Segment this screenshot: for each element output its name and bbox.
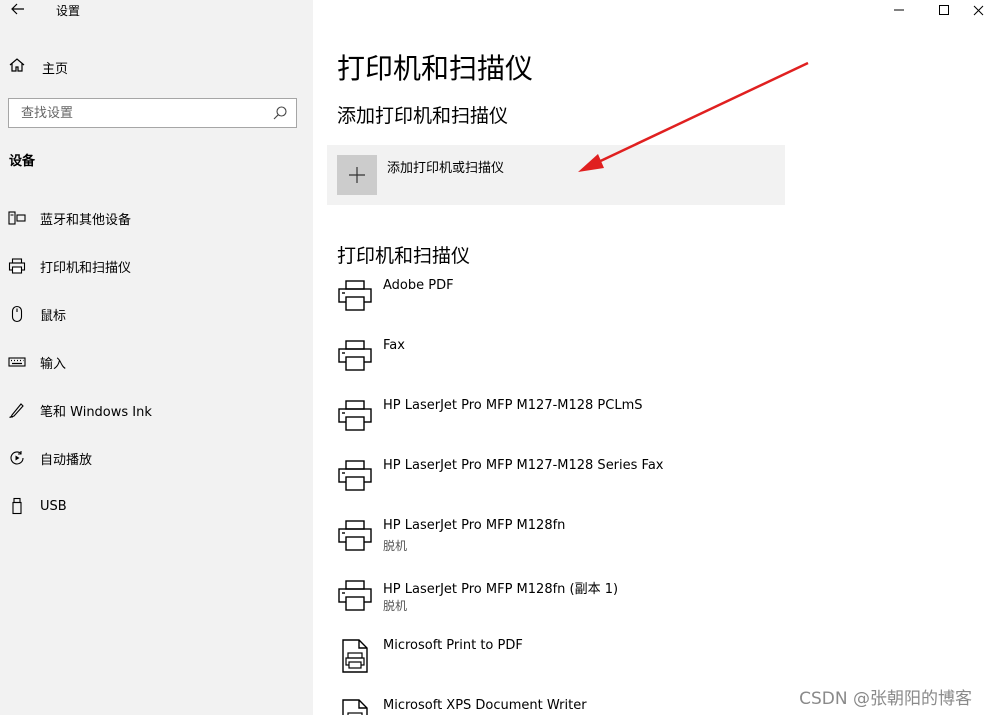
printer-list-title: 打印机和扫描仪 — [337, 245, 471, 267]
printer-name: HP LaserJet Pro MFP M127-M128 Series Fax — [383, 458, 664, 473]
add-icon — [337, 155, 377, 195]
mouse-icon — [8, 305, 26, 323]
printer-name: Microsoft Print to PDF — [383, 638, 523, 653]
printer-name: Microsoft XPS Document Writer — [383, 698, 587, 713]
sidebar-item-printers[interactable]: 打印机和扫描仪 — [8, 254, 308, 278]
sidebar-item-home[interactable]: 主页 — [8, 56, 68, 78]
printer-name: Fax — [383, 338, 405, 353]
keyboard-icon — [8, 353, 26, 371]
app-title: 设置 — [56, 4, 81, 18]
printer-item[interactable]: HP LaserJet Pro MFP M127-M128 PCLmS — [337, 398, 787, 448]
printer-icon — [337, 458, 373, 494]
back-arrow-icon[interactable] — [8, 0, 28, 18]
maximize-icon — [939, 5, 949, 15]
printer-name: Adobe PDF — [383, 278, 454, 293]
printer-status: 脱机 — [383, 539, 408, 553]
sidebar-item-label: USB — [40, 498, 67, 514]
sidebar-item-label: 打印机和扫描仪 — [40, 260, 132, 276]
printer-item[interactable]: HP LaserJet Pro MFP M128fn (副本 1) 脱机 — [337, 578, 787, 628]
printer-name: HP LaserJet Pro MFP M128fn — [383, 518, 566, 533]
printer-name: HP LaserJet Pro MFP M128fn (副本 1) — [383, 582, 619, 597]
sidebar-item-label: 笔和 Windows Ink — [40, 404, 152, 420]
title-bar: 设置 — [0, 0, 313, 22]
close-button[interactable] — [970, 0, 986, 20]
sidebar-item-label: 鼠标 — [40, 308, 67, 324]
printer-icon — [337, 578, 373, 614]
printer-status: 脱机 — [383, 599, 408, 613]
sidebar: 设置 主页 设备 蓝牙和其他设备 打印机和扫描仪 鼠标 — [0, 0, 313, 715]
sidebar-item-autoplay[interactable]: 自动播放 — [8, 446, 308, 470]
printer-item[interactable]: Microsoft Print to PDF — [337, 638, 787, 688]
bluetooth-devices-icon — [8, 209, 26, 227]
pdf-printer-icon — [337, 638, 373, 674]
usb-icon — [8, 497, 26, 515]
sidebar-item-label: 蓝牙和其他设备 — [40, 212, 132, 228]
section-title-devices: 设备 — [9, 154, 36, 169]
printer-icon — [337, 338, 373, 374]
watermark: CSDN @张朝阳的博客 — [799, 689, 972, 709]
printer-icon — [337, 398, 373, 434]
home-icon — [8, 56, 26, 78]
add-printer-label: 添加打印机或扫描仪 — [387, 161, 505, 176]
printer-item[interactable]: HP LaserJet Pro MFP M127-M128 Series Fax — [337, 458, 787, 508]
printer-icon — [337, 518, 373, 554]
minimize-button[interactable] — [884, 0, 914, 20]
printer-item[interactable]: Adobe PDF — [337, 278, 787, 328]
add-printer-button[interactable]: 添加打印机或扫描仪 — [327, 145, 785, 205]
printer-icon — [337, 278, 373, 314]
sidebar-item-label: 自动播放 — [40, 452, 93, 468]
sidebar-item-usb[interactable]: USB — [8, 494, 308, 518]
autoplay-icon — [8, 449, 26, 467]
xps-printer-icon — [337, 698, 373, 715]
sidebar-item-label: 输入 — [40, 356, 67, 372]
printer-item[interactable]: Fax — [337, 338, 787, 388]
maximize-button[interactable] — [929, 0, 959, 20]
pen-icon — [8, 401, 26, 419]
printer-name: HP LaserJet Pro MFP M127-M128 PCLmS — [383, 398, 643, 413]
printer-icon — [8, 257, 26, 275]
search-icon[interactable] — [272, 105, 288, 121]
page-title: 打印机和扫描仪 — [337, 52, 534, 85]
home-label: 主页 — [42, 61, 69, 77]
sidebar-item-pen[interactable]: 笔和 Windows Ink — [8, 398, 308, 422]
sidebar-item-mouse[interactable]: 鼠标 — [8, 302, 308, 326]
sidebar-item-typing[interactable]: 输入 — [8, 350, 308, 374]
printer-item[interactable]: Microsoft XPS Document Writer — [337, 698, 787, 715]
close-icon — [973, 5, 984, 16]
search-box[interactable] — [8, 98, 297, 128]
add-section-title: 添加打印机和扫描仪 — [337, 105, 509, 127]
search-input[interactable] — [9, 99, 264, 127]
printer-item[interactable]: HP LaserJet Pro MFP M128fn 脱机 — [337, 518, 787, 568]
minimize-icon — [894, 9, 904, 11]
sidebar-item-bluetooth[interactable]: 蓝牙和其他设备 — [8, 206, 308, 230]
